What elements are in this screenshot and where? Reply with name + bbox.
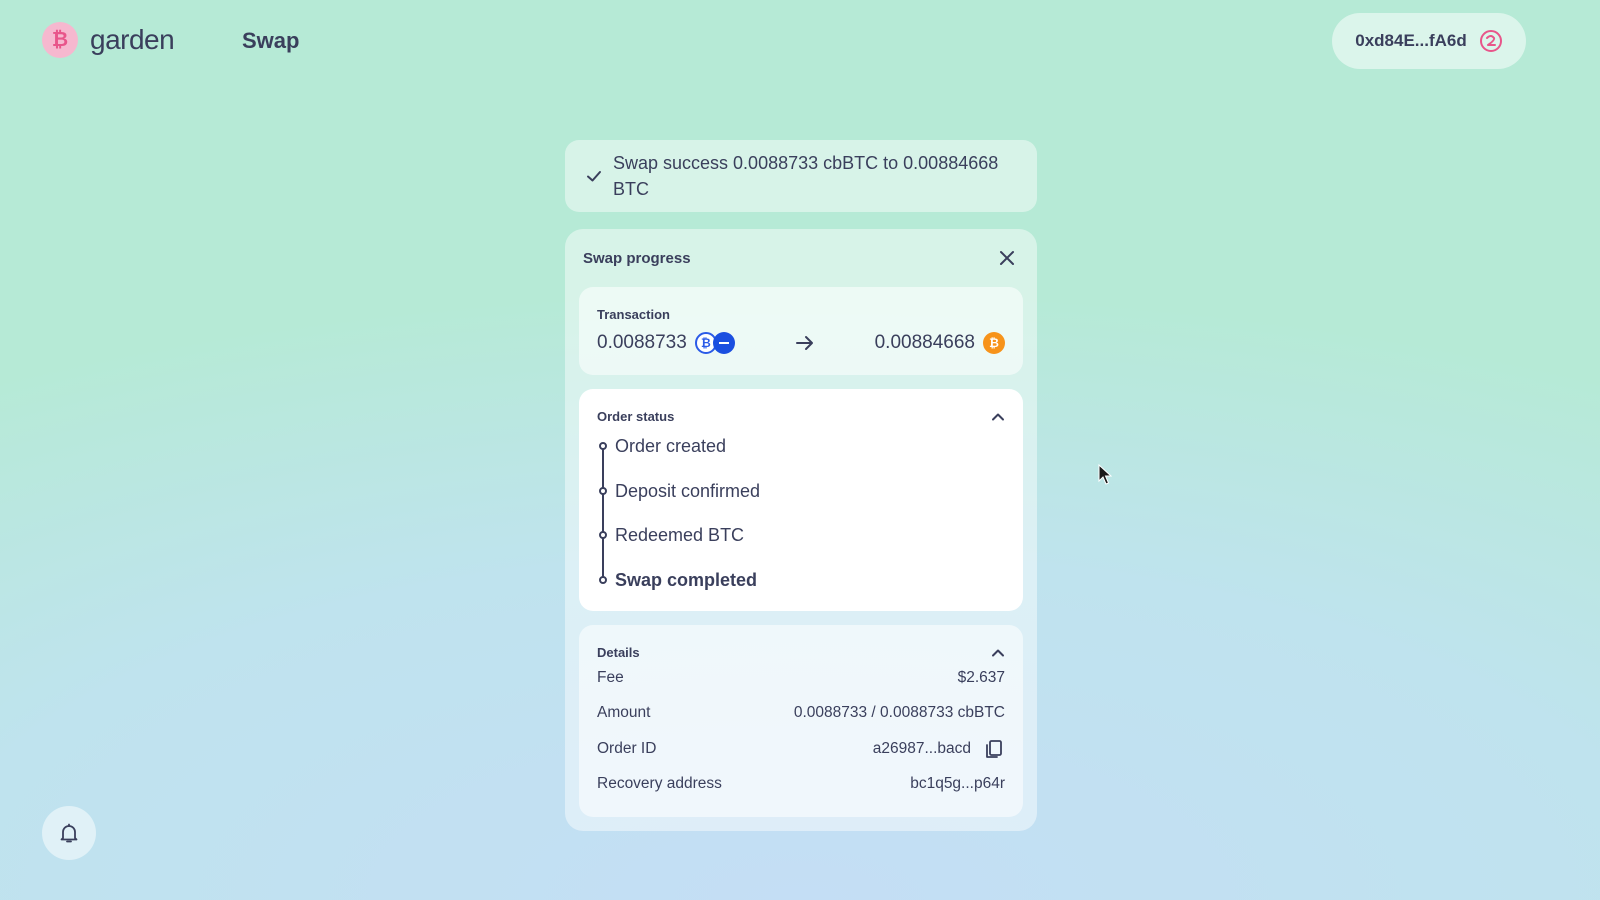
base-chain-icon: [712, 332, 735, 354]
transaction-card: Transaction 0.0088733 ₿ 0.00884668 ₿: [579, 287, 1023, 375]
mouse-cursor-icon: [1098, 464, 1112, 485]
wallet-address: 0xd84E...fA6d: [1355, 31, 1467, 50]
garden-logo[interactable]: ₿ garden: [42, 22, 175, 58]
to-amount: 0.00884668: [874, 332, 975, 353]
step-label: Redeemed BTC: [615, 525, 745, 545]
wallet-button[interactable]: 0xd84E...fA6d: [1332, 13, 1526, 69]
bitcoin-logo-icon: ₿: [42, 22, 78, 58]
status-step: Deposit confirmed: [597, 481, 1005, 526]
detail-row-order-id: Order ID a26987...bacd: [597, 731, 1005, 767]
chevron-up-icon[interactable]: [991, 410, 1005, 424]
detail-row-amount: Amount 0.0088733 / 0.0088733 cbBTC: [597, 696, 1005, 732]
logo-text: garden: [90, 24, 175, 55]
details-label: Details: [597, 645, 640, 660]
status-step: Redeemed BTC: [597, 525, 1005, 570]
status-step-current: Swap completed: [597, 570, 1005, 615]
detail-row-fee: Fee $2.637: [597, 660, 1005, 696]
from-amount: 0.0088733: [597, 332, 687, 353]
transaction-label: Transaction: [597, 307, 670, 322]
step-label: Swap completed: [615, 569, 758, 590]
arrow-right-icon: [795, 336, 813, 350]
order-status-label: Order status: [597, 409, 675, 424]
success-toast: Swap success 0.0088733 cbBTC to 0.008846…: [565, 140, 1037, 212]
transaction-row: 0.0088733 ₿ 0.00884668 ₿: [597, 332, 1005, 354]
detail-label: Amount: [597, 704, 651, 722]
order-id-value-group: a26987...bacd: [873, 738, 1005, 760]
step-label: Order created: [615, 436, 727, 456]
panel-title: Swap progress: [583, 249, 691, 267]
detail-label: Recovery address: [597, 775, 722, 793]
notifications-button[interactable]: [42, 806, 96, 860]
top-bar: ₿ garden Swap 0xd84E...fA6d: [0, 0, 1600, 84]
nav-swap-link[interactable]: Swap: [242, 28, 299, 54]
step-label: Deposit confirmed: [615, 480, 761, 501]
step-dot: [599, 531, 607, 539]
copy-icon[interactable]: [983, 738, 1005, 760]
detail-row-recovery-address: Recovery address bc1q5g...p64r: [597, 767, 1005, 803]
detail-label: Order ID: [597, 739, 657, 757]
cbbtc-base-icon: ₿: [694, 332, 735, 354]
order-status-header[interactable]: Order status: [597, 409, 1005, 424]
detail-value: a26987...bacd: [872, 739, 971, 757]
detail-value: $2.637: [957, 668, 1005, 686]
order-status-card: Order status Order created Deposit confi…: [579, 389, 1023, 611]
status-steps: Order created Deposit confirmed Redeemed…: [597, 436, 1005, 614]
toast-message: Swap success 0.0088733 cbBTC to 0.008846…: [613, 153, 999, 199]
details-header[interactable]: Details: [597, 645, 1005, 660]
step-dot: [599, 575, 607, 584]
panel-header: Swap progress: [579, 229, 1023, 287]
bell-icon: [60, 823, 78, 843]
details-card: Details Fee $2.637 Amount 0.0088733 / 0.…: [579, 625, 1023, 817]
detail-label: Fee: [597, 668, 624, 686]
status-step: Order created: [597, 436, 1005, 481]
close-button[interactable]: [995, 246, 1019, 270]
wallet-avatar-icon: [1479, 30, 1502, 52]
swap-progress-panel: Swap progress Transaction 0.0088733 ₿ 0.…: [565, 229, 1037, 831]
chevron-up-icon[interactable]: [991, 646, 1005, 660]
detail-value: 0.0088733 / 0.0088733 cbBTC: [793, 704, 1005, 722]
step-dot: [599, 442, 607, 450]
btc-icon: ₿: [983, 332, 1005, 354]
step-dot: [599, 486, 607, 495]
detail-value: bc1q5g...p64r: [910, 775, 1005, 793]
to-side: 0.00884668 ₿: [875, 332, 1005, 354]
from-side: 0.0088733 ₿: [597, 332, 735, 354]
check-icon: [587, 171, 601, 182]
close-icon: [1000, 251, 1014, 265]
